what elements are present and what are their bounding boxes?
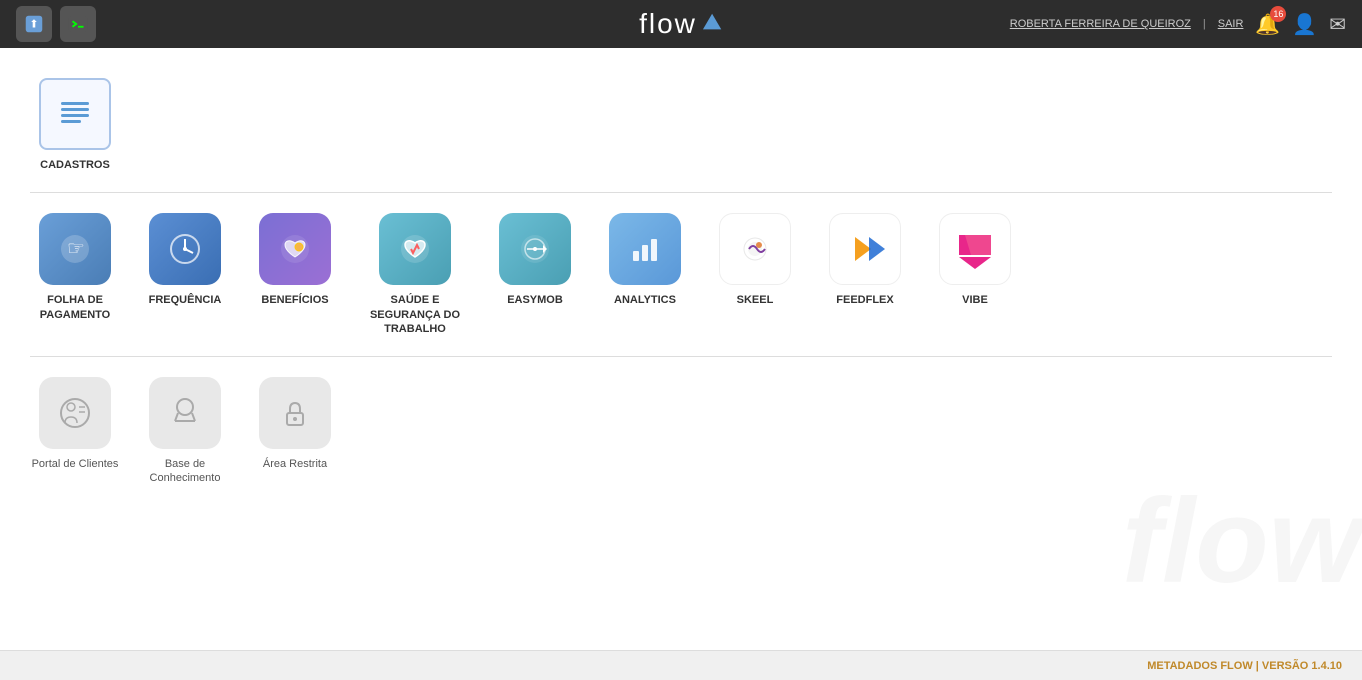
frequencia-label: FREQUÊNCIA <box>149 293 222 307</box>
app-header: ⬆ flow ROBERTA FERREIRA DE QUEIROZ | SAI… <box>0 0 1362 48</box>
area-restrita-label: Área Restrita <box>263 457 327 471</box>
portal-clientes-item[interactable]: Portal de Clientes <box>30 377 120 486</box>
saude-label: SAÚDE E SEGURANÇA DO TRABALHO <box>360 293 470 336</box>
base-conhecimento-label: Base de Conhecimento <box>140 457 230 486</box>
notification-bell[interactable]: 🔔 16 <box>1255 12 1280 37</box>
header-logo: flow <box>639 8 723 40</box>
portal-clientes-icon <box>39 377 111 449</box>
user-name[interactable]: ROBERTA FERREIRA DE QUEIROZ <box>1010 18 1191 30</box>
vibe-label: VIBE <box>962 293 988 307</box>
cadastros-section: CADASTROS <box>30 68 1332 182</box>
beneficios-item[interactable]: BENEFÍCIOS <box>250 213 340 336</box>
analytics-icon <box>609 213 681 285</box>
logo-text: flow <box>639 8 697 40</box>
easymob-item[interactable]: EASYMOB <box>490 213 580 336</box>
header-right: ROBERTA FERREIRA DE QUEIROZ | SAIR 🔔 16 … <box>1010 12 1346 37</box>
svg-text:☞: ☞ <box>67 238 85 260</box>
folha-icon: ☞ <box>39 213 111 285</box>
terminal-icon-button[interactable] <box>60 6 96 42</box>
footer-text: METADADOS FLOW | VERSÃO 1.4.10 <box>1147 660 1342 672</box>
notification-count: 16 <box>1270 6 1286 22</box>
main-content: CADASTROS ☞ FOLHA DE PAGAMENTO <box>0 48 1362 650</box>
apps-items: ☞ FOLHA DE PAGAMENTO FREQUÊNCIA <box>30 203 1332 346</box>
area-restrita-item[interactable]: Área Restrita <box>250 377 340 486</box>
saude-icon <box>379 213 451 285</box>
skeel-icon <box>719 213 791 285</box>
folha-item[interactable]: ☞ FOLHA DE PAGAMENTO <box>30 213 120 336</box>
vibe-item[interactable]: VIBE <box>930 213 1020 336</box>
portal-items: Portal de Clientes Base de Conhecimento <box>30 367 1332 496</box>
folha-label: FOLHA DE PAGAMENTO <box>30 293 120 322</box>
logout-link[interactable]: SAIR <box>1218 18 1244 30</box>
feedflex-icon <box>829 213 901 285</box>
cadastros-icon <box>39 78 111 150</box>
easymob-label: EASYMOB <box>507 293 563 307</box>
app-footer: METADADOS FLOW | VERSÃO 1.4.10 <box>0 650 1362 680</box>
header-left: ⬆ <box>16 6 96 42</box>
svg-text:⬆: ⬆ <box>29 19 38 31</box>
portal-section: Portal de Clientes Base de Conhecimento <box>30 367 1332 496</box>
skeel-label: SKEEL <box>737 293 774 307</box>
cadastros-label: CADASTROS <box>40 158 110 172</box>
easymob-icon <box>499 213 571 285</box>
cadastros-items: CADASTROS <box>30 68 1332 182</box>
feedflex-item[interactable]: FEEDFLEX <box>820 213 910 336</box>
analytics-label: ANALYTICS <box>614 293 676 307</box>
beneficios-icon <box>259 213 331 285</box>
cadastros-item[interactable]: CADASTROS <box>30 78 120 172</box>
base-conhecimento-item[interactable]: Base de Conhecimento <box>140 377 230 486</box>
feedflex-label: FEEDFLEX <box>836 293 893 307</box>
apps-section: ☞ FOLHA DE PAGAMENTO FREQUÊNCIA <box>30 203 1332 346</box>
skeel-item[interactable]: SKEEL <box>710 213 800 336</box>
divider-2 <box>30 356 1332 357</box>
saude-item[interactable]: SAÚDE E SEGURANÇA DO TRABALHO <box>360 213 470 336</box>
upload-icon-button[interactable]: ⬆ <box>16 6 52 42</box>
header-separator: | <box>1203 18 1206 30</box>
analytics-item[interactable]: ANALYTICS <box>600 213 690 336</box>
logo-icon <box>701 11 723 38</box>
user-profile-icon[interactable]: 👤 <box>1292 12 1317 37</box>
mail-icon[interactable]: ✉ <box>1329 12 1346 37</box>
divider-1 <box>30 192 1332 193</box>
area-restrita-icon <box>259 377 331 449</box>
frequencia-icon <box>149 213 221 285</box>
base-conhecimento-icon <box>149 377 221 449</box>
beneficios-label: BENEFÍCIOS <box>261 293 328 307</box>
frequencia-item[interactable]: FREQUÊNCIA <box>140 213 230 336</box>
vibe-icon <box>939 213 1011 285</box>
portal-clientes-label: Portal de Clientes <box>32 457 119 471</box>
